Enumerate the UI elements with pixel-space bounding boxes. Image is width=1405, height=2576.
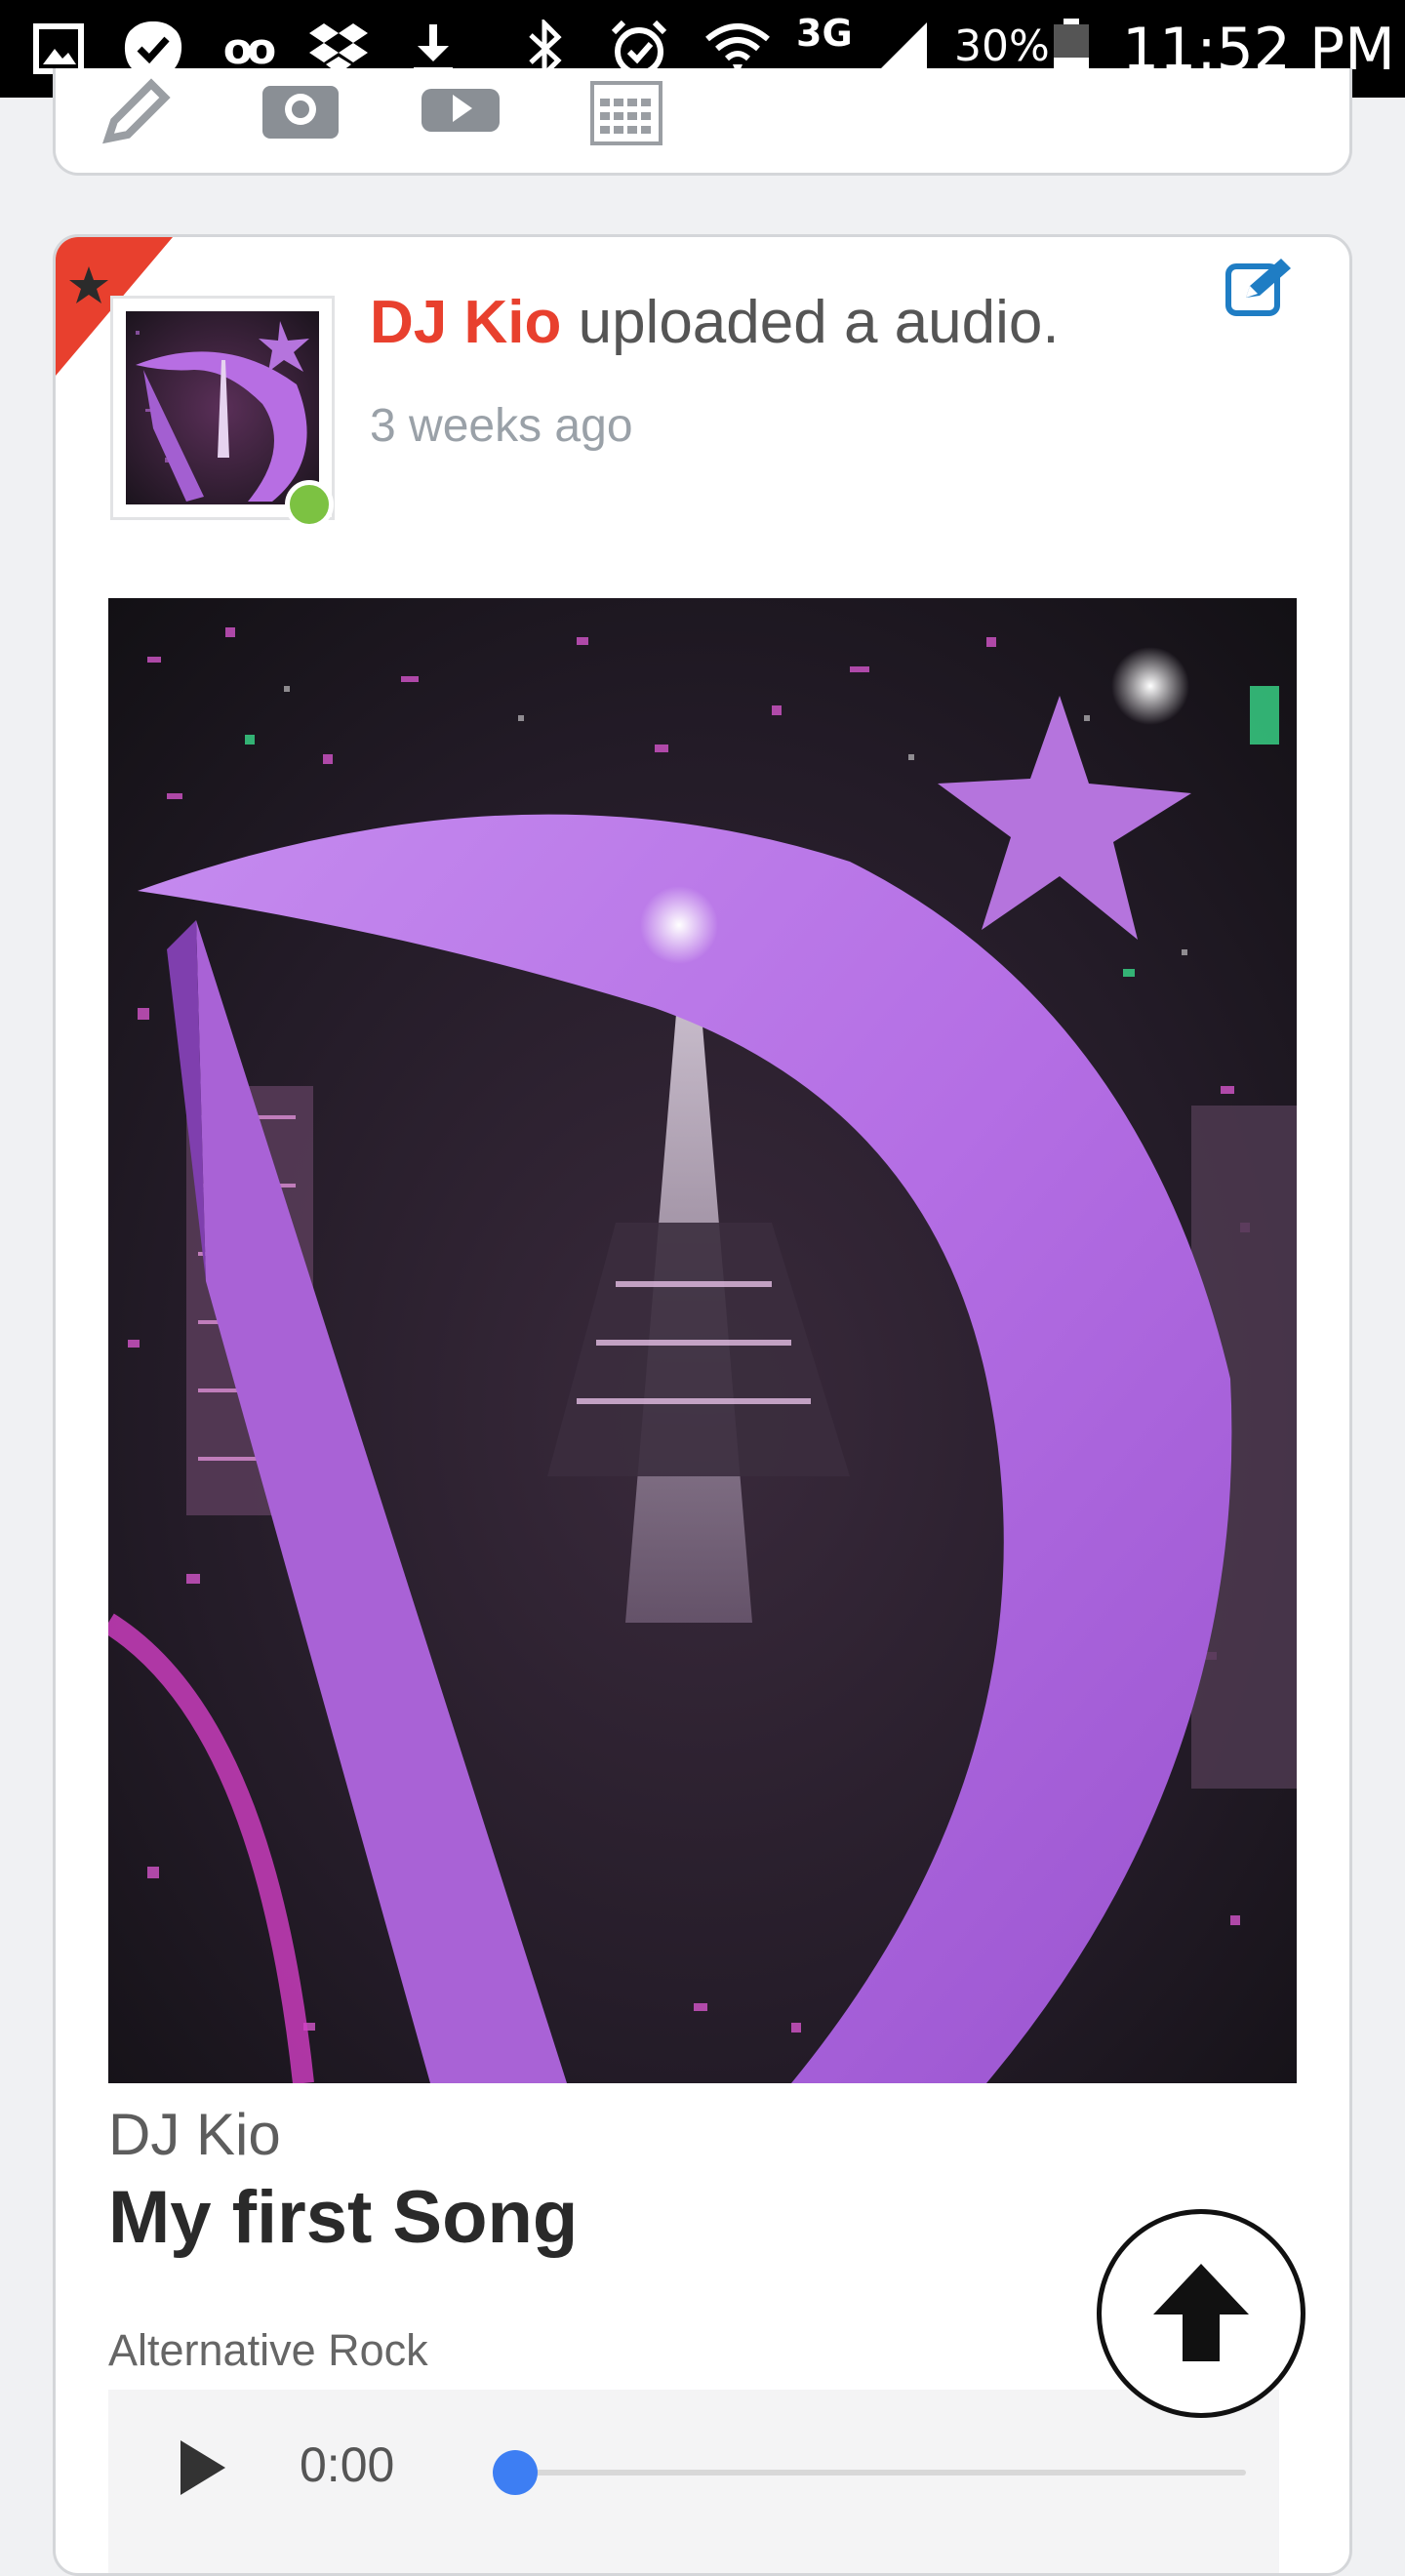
play-icon[interactable] bbox=[177, 2438, 229, 2502]
camera-icon[interactable] bbox=[257, 74, 344, 152]
arrow-up-icon bbox=[1147, 2260, 1255, 2367]
track-artist: DJ Kio bbox=[108, 2102, 281, 2167]
avatar[interactable] bbox=[110, 296, 335, 529]
calendar-icon[interactable] bbox=[582, 74, 670, 152]
edit-icon[interactable] bbox=[1224, 257, 1295, 322]
scroll-to-top-button[interactable] bbox=[1097, 2209, 1305, 2418]
activity-headline: DJ Kio uploaded a audio. bbox=[370, 288, 1060, 357]
network-type-label: 3G bbox=[796, 12, 853, 55]
battery-percent: 30% bbox=[954, 21, 1050, 71]
post-composer-toolbar bbox=[53, 68, 1352, 176]
star-icon bbox=[67, 264, 110, 312]
progress-slider[interactable] bbox=[493, 2450, 1246, 2495]
audio-player: 0:00 bbox=[108, 2390, 1279, 2573]
post-timestamp[interactable]: 3 weeks ago bbox=[370, 399, 633, 453]
author-link[interactable]: DJ Kio bbox=[370, 289, 561, 356]
pencil-icon[interactable] bbox=[97, 74, 175, 152]
online-status-dot bbox=[285, 480, 334, 529]
current-time: 0:00 bbox=[300, 2437, 395, 2492]
avatar-image bbox=[126, 311, 319, 504]
progress-slider-thumb[interactable] bbox=[493, 2450, 538, 2495]
video-icon[interactable] bbox=[417, 74, 504, 152]
track-title[interactable]: My first Song bbox=[108, 2175, 578, 2260]
album-cover-image[interactable] bbox=[108, 598, 1297, 2083]
activity-action-text: uploaded a audio. bbox=[561, 289, 1060, 356]
track-genre: Alternative Rock bbox=[108, 2325, 428, 2375]
